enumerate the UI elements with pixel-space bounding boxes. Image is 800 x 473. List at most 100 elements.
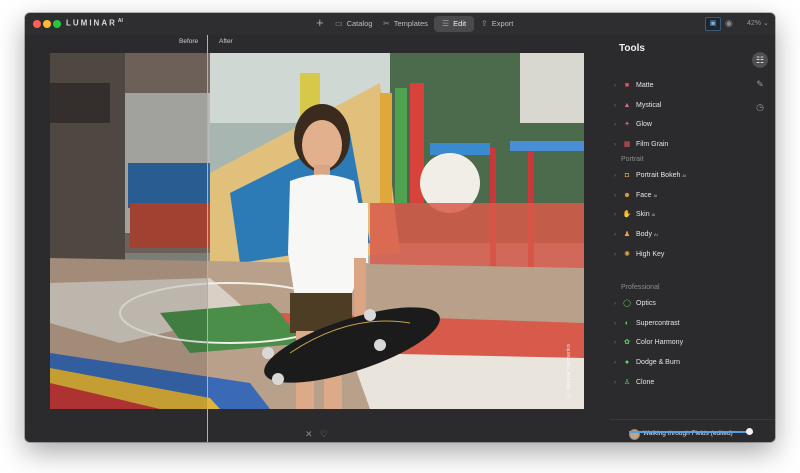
portrait-bokeh-icon: ◘: [624, 172, 630, 179]
tool-color-harmony[interactable]: › ✿ Color Harmony: [614, 336, 683, 350]
tool-label: Mystical: [636, 101, 662, 109]
tool-portrait-bokeh[interactable]: › ◘ Portrait Bokeh AI: [614, 169, 686, 183]
tool-label: Color Harmony: [636, 339, 684, 347]
chevron-right-icon: ›: [614, 102, 616, 109]
edited-photo[interactable]: © Maryna Yurchenko: [50, 53, 584, 409]
tab-edit[interactable]: ☰ Edit: [434, 16, 475, 32]
app-logo: LUMINARAI: [66, 18, 123, 28]
tool-glow[interactable]: › ✦ Glow: [614, 118, 652, 132]
preset-amount-slider[interactable]: [629, 428, 753, 435]
tool-mystical[interactable]: › ▲ Mystical: [614, 99, 661, 113]
ai-badge: AI: [682, 173, 687, 178]
panel-title: Tools: [619, 43, 645, 54]
tab-edit-label: Edit: [453, 19, 467, 28]
sliders-icon[interactable]: ☷: [752, 52, 768, 68]
chevron-right-icon: ›: [614, 83, 616, 89]
ai-badge: AI: [653, 192, 658, 198]
tool-label: Supercontrast: [636, 319, 680, 327]
edit-sliders-icon: ☰: [442, 19, 450, 28]
tool-label: Skin: [636, 211, 650, 219]
zoom-dropdown[interactable]: 42% ⌄: [747, 19, 769, 27]
slider-fill: [629, 431, 749, 433]
tools-panel: Tools ☷ ✎ ◷ › ■ Matte › ▲ Mystical › ✦ Glow › ▦ Fil…: [610, 35, 775, 442]
film-grain-icon: ▦: [623, 141, 631, 149]
tab-catalog[interactable]: ▭ Catalog: [335, 16, 372, 32]
tool-label: Glow: [636, 121, 652, 129]
chevron-right-icon: ›: [614, 301, 616, 307]
tool-label: High Key: [636, 250, 665, 258]
high-key-icon: ✺: [624, 250, 630, 258]
chevron-right-icon: ›: [614, 122, 616, 129]
tool-skin[interactable]: › ✋ Skin AI: [614, 208, 655, 222]
tab-export[interactable]: ⇪ Export: [481, 16, 513, 32]
tool-label: Film Grain: [636, 141, 669, 149]
chevron-right-icon: ›: [614, 192, 616, 199]
chevron-right-icon: ›: [614, 232, 616, 239]
supercontrast-icon: ◐: [624, 319, 630, 327]
photographer-watermark: © Maryna Yurchenko: [566, 343, 572, 397]
chevron-right-icon: ›: [614, 212, 616, 219]
minimize-window-button[interactable]: [43, 20, 51, 28]
tool-supercontrast[interactable]: › ◐ Supercontrast: [614, 317, 680, 331]
chevron-right-icon: ›: [614, 251, 616, 258]
after-label: After: [219, 38, 233, 45]
optics-icon: ◯: [623, 300, 631, 307]
favorite-heart-icon[interactable]: ♡: [320, 429, 328, 439]
chevron-right-icon: ›: [614, 360, 616, 367]
clone-icon: ♙: [623, 378, 631, 386]
tool-label: Body: [636, 231, 652, 239]
chevron-right-icon: ›: [614, 142, 616, 149]
tool-film-grain[interactable]: › ▦ Film Grain: [614, 138, 668, 152]
tool-label: Portrait Bokeh: [636, 172, 681, 179]
tool-body[interactable]: › ♟ Body AI: [614, 228, 658, 242]
face-icon: ☻: [623, 191, 631, 199]
close-window-button[interactable]: [33, 20, 41, 28]
body-icon: ♟: [623, 231, 631, 239]
chevron-right-icon: ›: [614, 379, 616, 386]
mystical-icon: ▲: [623, 101, 631, 109]
skin-icon: ✋: [622, 211, 632, 219]
folder-icon: ▭: [335, 19, 343, 28]
tool-dodge-burn[interactable]: › ● Dodge & Burn: [614, 356, 680, 370]
section-header-portrait: Portrait: [621, 156, 644, 163]
before-label: Before: [179, 38, 199, 45]
brush-icon[interactable]: ✎: [752, 76, 768, 92]
tool-label: Clone: [636, 378, 655, 386]
tool-label: Matte: [636, 82, 654, 89]
app-window: LUMINARAI + ▭ Catalog ✂ Templates ☰ Edit…: [25, 13, 775, 442]
slider-knob[interactable]: [746, 428, 753, 435]
tool-high-key[interactable]: › ✺ High Key: [614, 248, 664, 262]
section-header-professional: Professional: [621, 284, 660, 291]
tool-optics[interactable]: › ◯ Optics: [614, 297, 656, 311]
chevron-right-icon: ›: [614, 173, 616, 179]
tool-clone[interactable]: › ♙ Clone: [614, 376, 654, 390]
templates-icon: ✂: [383, 19, 390, 28]
compare-view-button[interactable]: ▣: [705, 17, 721, 31]
tab-templates[interactable]: ✂ Templates: [383, 16, 428, 32]
tool-label: Optics: [636, 300, 656, 307]
matte-icon: ■: [624, 82, 630, 89]
title-bar: LUMINARAI + ▭ Catalog ✂ Templates ☰ Edit…: [25, 13, 775, 36]
color-harmony-icon: ✿: [624, 339, 630, 347]
tab-export-label: Export: [491, 19, 514, 28]
maximize-window-button[interactable]: [53, 20, 61, 28]
add-photos-button[interactable]: +: [316, 16, 324, 30]
tab-templates-label: Templates: [393, 19, 428, 28]
ai-badge: AI: [653, 232, 658, 238]
tool-label: Face: [636, 191, 652, 199]
history-icon[interactable]: ◷: [752, 99, 768, 115]
eye-icon[interactable]: ◉: [725, 17, 733, 29]
reject-icon[interactable]: ✕: [305, 429, 313, 439]
chevron-right-icon: ›: [614, 340, 616, 347]
export-icon: ⇪: [481, 19, 488, 28]
tab-catalog-label: Catalog: [346, 19, 373, 28]
tool-matte[interactable]: › ■ Matte: [614, 79, 654, 93]
before-after-divider[interactable]: [207, 35, 208, 442]
glow-icon: ✦: [624, 121, 630, 129]
ai-badge: AI: [651, 212, 656, 218]
photo-canvas: Before After © Maryna Yurchenko ✕ ♡: [25, 35, 610, 442]
tool-face[interactable]: › ☻ Face AI: [614, 189, 657, 203]
photo-illustration: [50, 53, 584, 409]
dodge-burn-icon: ●: [624, 359, 630, 367]
chevron-right-icon: ›: [614, 320, 616, 327]
